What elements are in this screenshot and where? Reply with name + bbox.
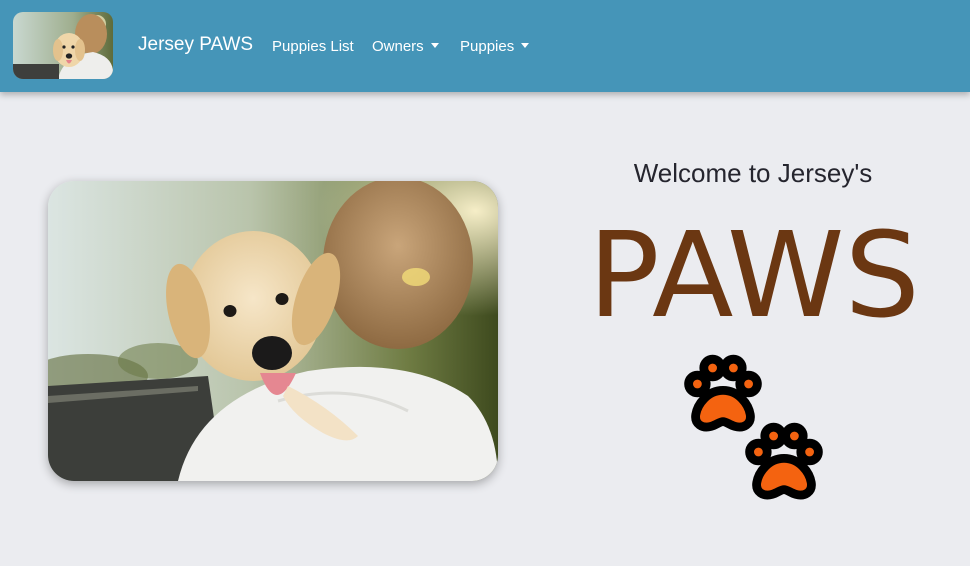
nav-dropdown-puppies-label: Puppies xyxy=(460,38,515,55)
nav-link-puppies-list[interactable]: Puppies List xyxy=(272,38,354,55)
hero-photo xyxy=(48,181,498,481)
caret-down-icon xyxy=(430,43,439,48)
nav-dropdown-owners-label: Owners xyxy=(372,38,424,55)
paws-title-text: PAWS xyxy=(588,228,920,320)
nav-dropdown-puppies[interactable]: Puppies xyxy=(460,38,530,55)
paw-print-icon xyxy=(745,422,823,500)
welcome-heading: Welcome to Jersey's xyxy=(633,158,873,188)
nav-logo-image[interactable] xyxy=(13,12,113,79)
nav-dropdown-owners[interactable]: Owners xyxy=(372,38,439,55)
brand-link[interactable]: Jersey PAWS xyxy=(138,34,253,56)
paws-title: PAWS xyxy=(588,228,920,320)
navbar: Jersey PAWS Puppies List Owners Puppies xyxy=(0,0,970,92)
caret-down-icon xyxy=(521,43,530,48)
